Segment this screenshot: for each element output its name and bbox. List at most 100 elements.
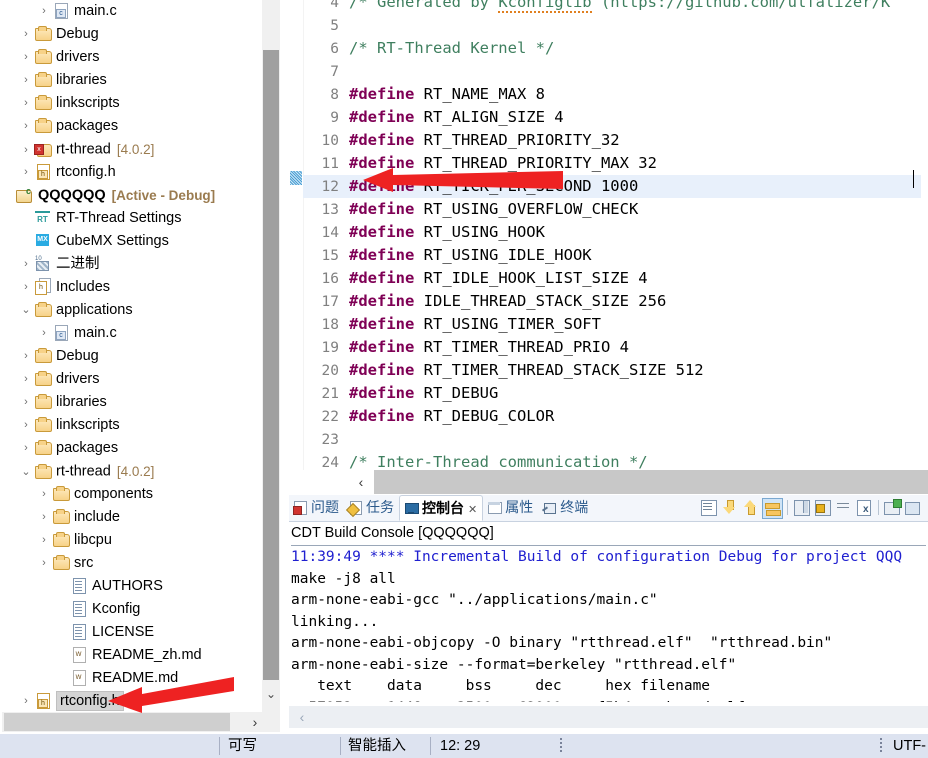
chevron-right-icon[interactable]: › [36, 506, 52, 529]
chevron-right-icon[interactable]: › [18, 690, 34, 713]
tree-item[interactable]: QQQQQQ [Active - Debug] [0, 184, 262, 207]
chevron-right-icon[interactable]: › [18, 139, 34, 162]
tree-item[interactable]: › drivers [0, 368, 262, 391]
tree-item[interactable]: › rt-thread [4.0.2] [0, 138, 262, 161]
tree-item[interactable]: ⌄ rt-thread [4.0.2] [0, 460, 262, 483]
chevron-right-icon[interactable]: › [36, 552, 52, 575]
console-tabs[interactable]: 问题 任务 控制台 ✕ 属性 终端 [289, 495, 593, 521]
tree-item[interactable]: › drivers [0, 46, 262, 69]
editor-lines[interactable]: 4 /* Generated by Kconfiglib (https://git… [303, 0, 928, 470]
code-line[interactable]: 16 #define RT_IDLE_HOOK_LIST_SIZE 4 [303, 267, 928, 290]
tree-item[interactable]: CubeMX Settings [0, 230, 262, 253]
tree-item[interactable]: › Includes [0, 276, 262, 299]
chevron-right-icon[interactable]: › [18, 345, 34, 368]
status-drag-handle[interactable] [880, 738, 882, 754]
code-line[interactable]: 7 [303, 60, 928, 83]
code-line[interactable]: 18 #define RT_USING_TIMER_SOFT [303, 313, 928, 336]
console-tab[interactable]: 属性 [483, 495, 538, 520]
chevron-right-icon[interactable]: › [18, 276, 34, 299]
console-tab[interactable]: 控制台 ✕ [399, 495, 484, 521]
tree-item[interactable]: README.md [0, 667, 262, 690]
chevron-right-icon[interactable]: › [18, 161, 34, 184]
tree-item[interactable]: README_zh.md [0, 644, 262, 667]
scroll-up-icon[interactable] [741, 498, 760, 517]
console-tab[interactable]: 任务 [344, 495, 399, 520]
code-line[interactable]: 15 #define RT_USING_IDLE_HOOK [303, 244, 928, 267]
chevron-right-icon[interactable]: › [18, 391, 34, 414]
tree-item[interactable]: › rtconfig.h [0, 690, 262, 713]
tree-item[interactable]: AUTHORS [0, 575, 262, 598]
console-toolbar[interactable] [698, 495, 928, 521]
tree-item[interactable]: › packages [0, 437, 262, 460]
tree-item[interactable]: › libcpu [0, 529, 262, 552]
pin-console-icon[interactable] [792, 498, 811, 517]
explorer-scroll-right-button[interactable]: › [232, 713, 278, 731]
lock-console-icon[interactable] [813, 498, 832, 517]
tree-item[interactable]: › rtconfig.h [0, 161, 262, 184]
tree-item[interactable]: › libraries [0, 69, 262, 92]
chevron-right-icon[interactable]: › [18, 253, 34, 276]
tree-item[interactable]: › linkscripts [0, 414, 262, 437]
close-icon[interactable]: ✕ [468, 504, 477, 516]
status-drag-handle[interactable] [560, 738, 562, 754]
chevron-right-icon[interactable]: › [36, 322, 52, 345]
tree-item[interactable]: › 二进制 [0, 253, 262, 276]
console-tab[interactable]: 终端 [538, 495, 593, 520]
code-line[interactable]: 12 #define RT_TICK_PER_SECOND 1000 [303, 175, 928, 198]
console-horizontal-scrollbar-track[interactable] [289, 706, 928, 728]
explorer-vertical-scrollbar-thumb[interactable] [263, 50, 279, 700]
console-tab[interactable]: 问题 [289, 495, 344, 520]
tree-item[interactable]: › components [0, 483, 262, 506]
word-wrap-icon[interactable] [834, 498, 853, 517]
explorer-horizontal-scrollbar-thumb[interactable] [4, 713, 230, 731]
code-line[interactable]: 20 #define RT_TIMER_THREAD_STACK_SIZE 512 [303, 359, 928, 382]
tree-item[interactable]: Kconfig [0, 598, 262, 621]
chevron-right-icon[interactable]: › [36, 0, 52, 23]
code-line[interactable]: 17 #define IDLE_THREAD_STACK_SIZE 256 [303, 290, 928, 313]
code-line[interactable]: 22 #define RT_DEBUG_COLOR [303, 405, 928, 428]
tree-item[interactable]: › main.c [0, 322, 262, 345]
code-line[interactable]: 14 #define RT_USING_HOOK [303, 221, 928, 244]
show-console-view-icon[interactable] [699, 498, 718, 517]
chevron-down-icon[interactable]: ⌄ [18, 299, 34, 322]
code-editor[interactable]: 4 /* Generated by Kconfiglib (https://git… [289, 0, 928, 470]
code-line[interactable]: 9 #define RT_ALIGN_SIZE 4 [303, 106, 928, 129]
chevron-right-icon[interactable]: › [18, 69, 34, 92]
code-line[interactable]: 8 #define RT_NAME_MAX 8 [303, 83, 928, 106]
project-tree[interactable]: ›main.c›Debug›drivers›libraries›linkscri… [0, 0, 262, 713]
chevron-right-icon[interactable]: › [18, 46, 34, 69]
chevron-right-icon[interactable]: › [18, 92, 34, 115]
code-line[interactable]: 19 #define RT_TIMER_THREAD_PRIO 4 [303, 336, 928, 359]
tree-item[interactable]: › main.c [0, 0, 262, 23]
tree-item[interactable]: › packages [0, 115, 262, 138]
editor-scroll-left-button[interactable]: ‹ [348, 470, 374, 494]
open-console-icon[interactable] [904, 498, 923, 517]
chevron-right-icon[interactable]: › [36, 529, 52, 552]
code-line[interactable]: 13 #define RT_USING_OVERFLOW_CHECK [303, 198, 928, 221]
code-line[interactable]: 24 /* Inter-Thread communication */ [303, 451, 928, 470]
toggle-scroll-lock-icon[interactable] [762, 498, 783, 519]
tree-item[interactable]: › linkscripts [0, 92, 262, 115]
chevron-right-icon[interactable]: › [18, 115, 34, 138]
code-line[interactable]: 4 /* Generated by Kconfiglib (https://git… [303, 0, 928, 14]
chevron-down-icon[interactable]: ⌄ [18, 461, 34, 484]
editor-horizontal-scrollbar-track[interactable] [289, 470, 928, 494]
chevron-right-icon[interactable]: › [18, 368, 34, 391]
chevron-right-icon[interactable]: › [18, 23, 34, 46]
tree-item[interactable]: › src [0, 552, 262, 575]
chevron-right-icon[interactable]: › [18, 414, 34, 437]
tree-item[interactable]: › include [0, 506, 262, 529]
tree-item[interactable]: › libraries [0, 391, 262, 414]
tree-item[interactable]: › Debug [0, 23, 262, 46]
scroll-down-icon[interactable] [720, 498, 739, 517]
tree-item[interactable]: ⌄ applications [0, 299, 262, 322]
tree-item[interactable]: RT-Thread Settings [0, 207, 262, 230]
clear-console-icon[interactable] [855, 498, 874, 517]
code-line[interactable]: 11 #define RT_THREAD_PRIORITY_MAX 32 [303, 152, 928, 175]
code-line[interactable]: 21 #define RT_DEBUG [303, 382, 928, 405]
tree-item[interactable]: › Debug [0, 345, 262, 368]
console-scroll-left-button[interactable]: ‹ [291, 707, 313, 727]
new-console-view-icon[interactable] [883, 498, 902, 517]
code-line[interactable]: 23 [303, 428, 928, 451]
chevron-right-icon[interactable]: › [36, 483, 52, 506]
